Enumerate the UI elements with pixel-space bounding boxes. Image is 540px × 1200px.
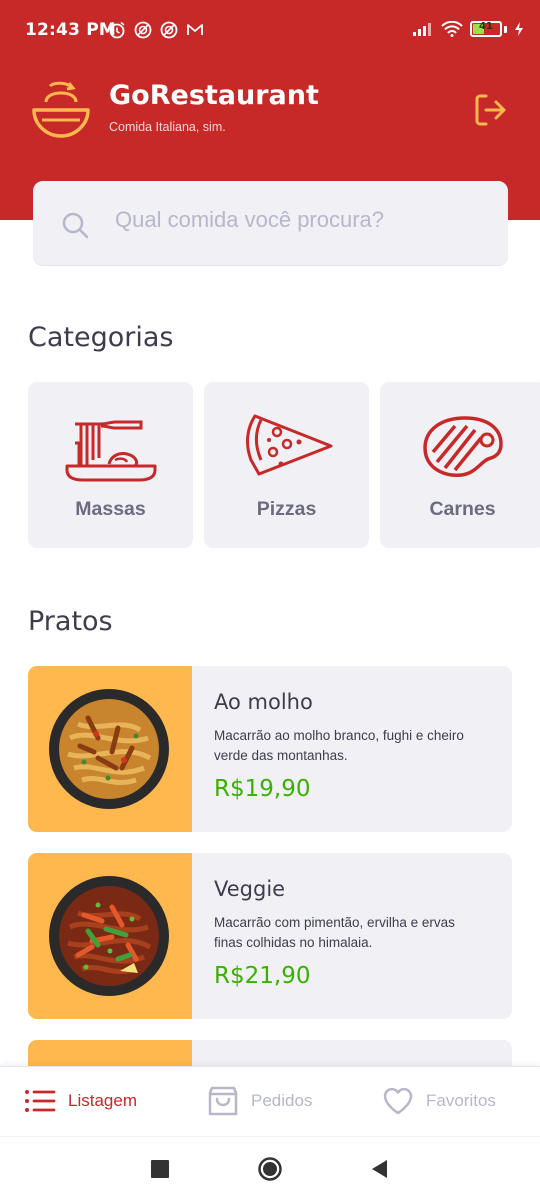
category-card-massas[interactable]: Massas (28, 382, 193, 548)
dish-price: R$21,90 (214, 963, 311, 989)
pizza-icon (246, 414, 333, 476)
dish-image (28, 666, 192, 832)
wifi-icon (441, 21, 463, 37)
category-label: Pizzas (256, 498, 317, 520)
gmail-icon (187, 24, 203, 35)
pasta-plate-image (49, 689, 169, 809)
category-card-carnes[interactable]: Carnes (380, 382, 540, 548)
app-notification-icon (134, 21, 152, 39)
home-button[interactable] (258, 1157, 282, 1181)
system-navigation-bar (0, 1136, 540, 1200)
categories-title: Categorias (28, 322, 174, 353)
status-time: 12:43 PM (25, 20, 117, 40)
tab-label: Favoritos (426, 1091, 496, 1110)
dish-image (28, 853, 192, 1019)
categories-list: Massas Pizzas Carnes (28, 382, 540, 548)
search-placeholder: Qual comida você procura? (115, 207, 385, 232)
bottom-tab-bar: Listagem Pedidos Favoritos (0, 1066, 540, 1136)
battery-icon: 41 (470, 21, 502, 37)
dish-description: Macarrão ao molho branco, fughi e cheiro… (214, 728, 464, 763)
dish-name: Ao molho (214, 690, 313, 714)
restaurant-logo-icon (32, 81, 90, 138)
signal-icon (413, 23, 431, 36)
tab-label: Pedidos (251, 1091, 313, 1110)
dish-price: R$19,90 (214, 776, 311, 802)
notification-icons (108, 21, 204, 39)
app-subtitle: Comida Italiana, sim. (109, 120, 226, 134)
logout-icon[interactable] (472, 92, 508, 128)
status-bar: 12:43 PM 41 (0, 0, 540, 64)
battery-level: 41 (479, 21, 493, 32)
category-card-pizzas[interactable]: Pizzas (204, 382, 369, 548)
category-label: Carnes (429, 498, 496, 520)
dishes-title: Pratos (28, 606, 113, 637)
app-notification-icon (160, 21, 178, 39)
dish-description: Macarrão com pimentão, ervilha e ervas f… (214, 915, 455, 950)
tab-pedidos[interactable]: Pedidos (207, 1085, 312, 1117)
battery-nub (504, 25, 507, 33)
dish-card[interactable]: Ao molho Macarrão ao molho branco, fughi… (28, 666, 512, 832)
app-title: GoRestaurant (109, 80, 319, 111)
search-icon (62, 212, 89, 239)
tab-listagem[interactable]: Listagem (24, 1085, 137, 1117)
tab-favoritos[interactable]: Favoritos (382, 1085, 496, 1117)
alarm-icon (109, 21, 125, 39)
recent-apps-button[interactable] (148, 1157, 172, 1181)
search-input[interactable]: Qual comida você procura? (33, 181, 508, 265)
veggie-pasta-plate-image (49, 876, 169, 996)
pasta-icon (65, 420, 157, 482)
dish-card[interactable]: Veggie Macarrão com pimentão, ervilha e … (28, 853, 512, 1019)
back-button[interactable] (368, 1157, 392, 1181)
charging-icon (515, 22, 523, 36)
shopping-bag-icon (208, 1086, 238, 1116)
steak-icon (423, 416, 503, 477)
list-icon (25, 1090, 56, 1112)
heart-icon (383, 1087, 413, 1115)
system-icons: 41 (412, 21, 524, 37)
dish-name: Veggie (214, 877, 286, 901)
tab-label: Listagem (68, 1091, 137, 1110)
category-label: Massas (75, 498, 146, 520)
